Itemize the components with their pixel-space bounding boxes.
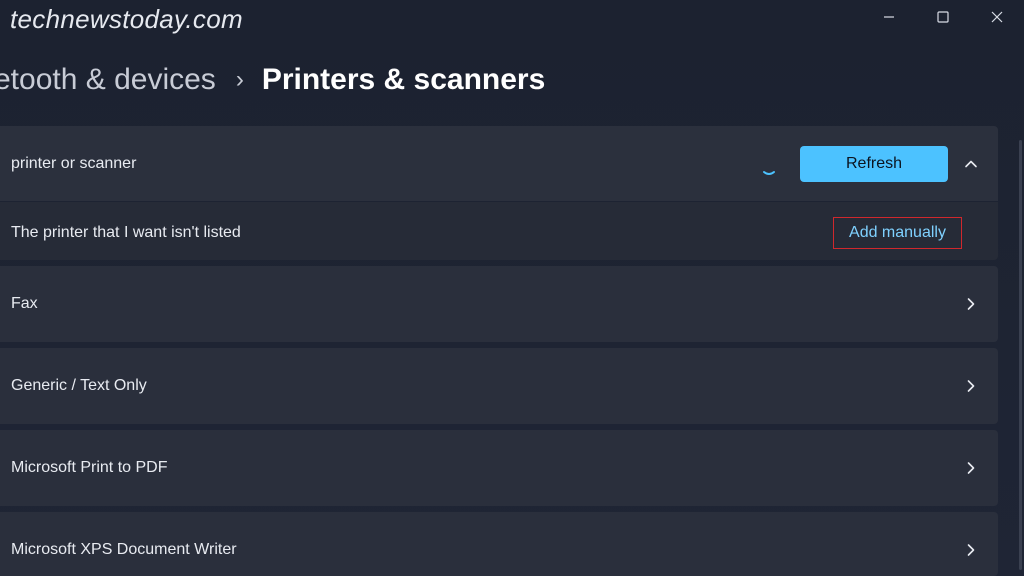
chevron-right-icon (962, 295, 980, 313)
window-controls (862, 0, 1024, 34)
minimize-button[interactable] (862, 0, 916, 34)
not-listed-label: The printer that I want isn't listed (11, 224, 241, 241)
device-name: Generic / Text Only (11, 377, 147, 394)
settings-window: technewstoday.com etooth & devices › Pri… (0, 0, 1024, 576)
loading-spinner-icon (763, 171, 775, 175)
device-row-generic[interactable] (0, 348, 998, 424)
watermark: technewstoday.com (10, 4, 243, 34)
close-button[interactable] (970, 0, 1024, 34)
add-manually-link[interactable]: Add manually (833, 217, 962, 249)
add-device-label: printer or scanner (11, 155, 137, 172)
collapse-button[interactable] (958, 151, 984, 177)
device-name: Microsoft Print to PDF (11, 459, 168, 476)
minimize-icon (884, 16, 894, 18)
chevron-right-icon (962, 377, 980, 395)
maximize-icon (937, 11, 949, 23)
page-title: Printers & scanners (261, 63, 546, 96)
breadcrumb-separator-icon: › (235, 66, 244, 93)
chevron-up-icon (965, 160, 977, 168)
device-row-fax[interactable] (0, 266, 998, 342)
chevron-right-icon (962, 459, 980, 477)
chevron-right-icon (962, 541, 980, 559)
maximize-button[interactable] (916, 0, 970, 34)
refresh-button[interactable]: Refresh (800, 146, 948, 182)
breadcrumb-parent[interactable]: etooth & devices (0, 63, 216, 97)
close-icon (991, 11, 1003, 23)
device-name: Fax (11, 295, 38, 312)
breadcrumb: etooth & devices › Printers & scanners (0, 63, 545, 97)
device-name: Microsoft XPS Document Writer (11, 541, 237, 558)
scrollbar[interactable] (1019, 140, 1022, 570)
